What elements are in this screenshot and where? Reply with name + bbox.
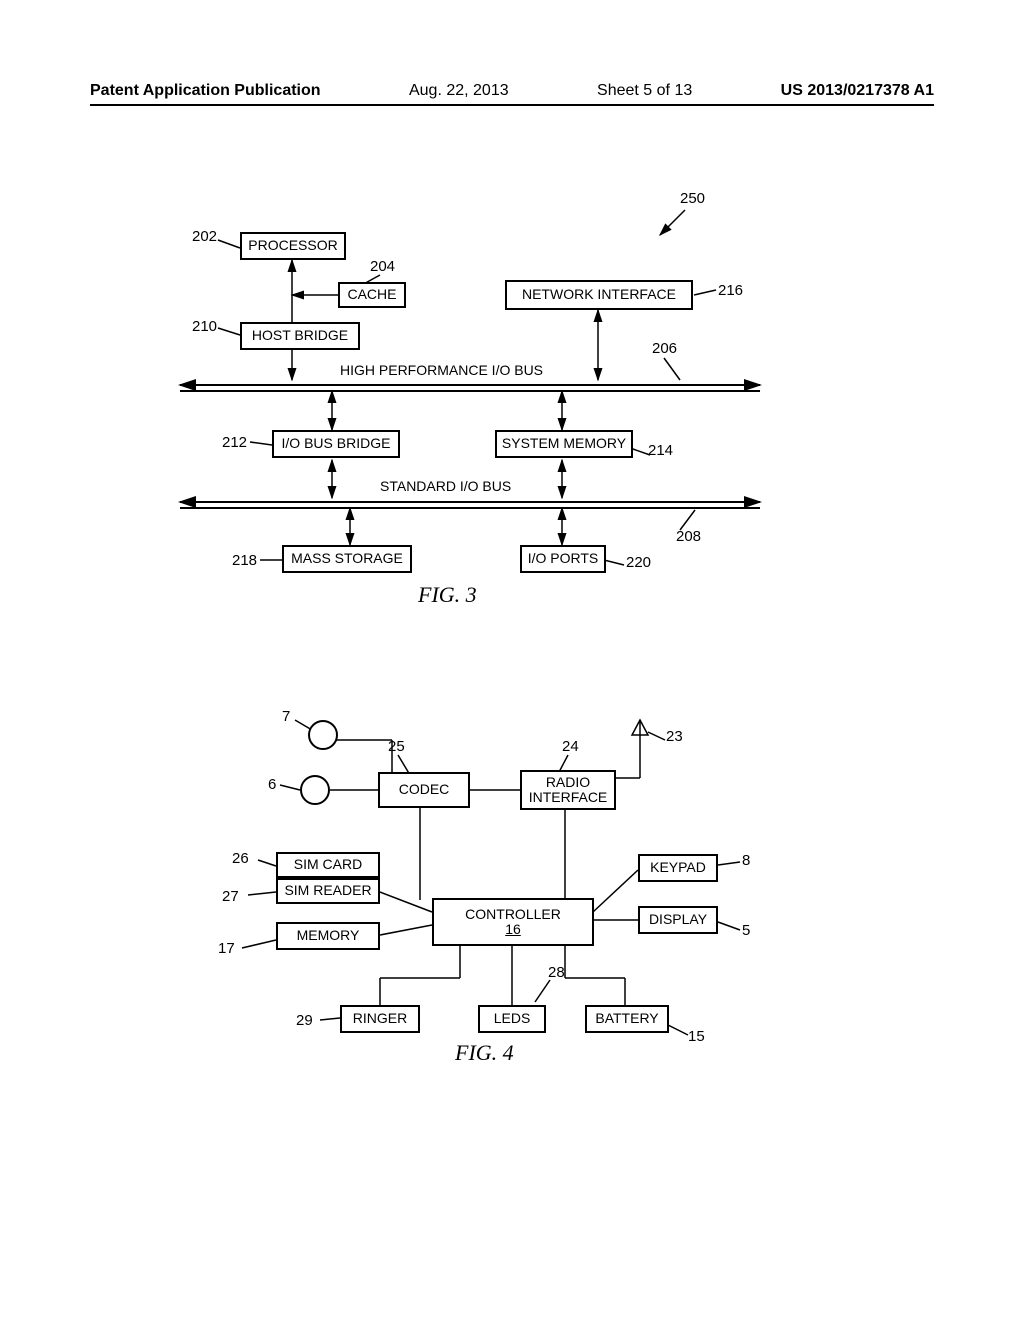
memory-box: MEMORY	[276, 922, 380, 950]
controller-ref: 16	[505, 922, 521, 937]
ref-7: 7	[282, 708, 290, 725]
battery-label: BATTERY	[595, 1011, 658, 1026]
figure-4: 7 6 23 CODEC 25 RADIO INTERFACE 24 SIM C…	[0, 0, 1024, 1320]
sim-card-box: SIM CARD	[276, 852, 380, 878]
ref-15: 15	[688, 1028, 705, 1045]
sim-card-label: SIM CARD	[294, 857, 362, 872]
ref-29: 29	[296, 1012, 313, 1029]
ringer-label: RINGER	[353, 1011, 407, 1026]
sim-reader-box: SIM READER	[276, 878, 380, 904]
ref-26: 26	[232, 850, 249, 867]
speaker-icon	[308, 720, 338, 750]
radio-interface-box: RADIO INTERFACE	[520, 770, 616, 810]
ref-23: 23	[666, 728, 683, 745]
codec-label: CODEC	[399, 782, 450, 797]
display-box: DISPLAY	[638, 906, 718, 934]
controller-box: CONTROLLER 16	[432, 898, 594, 946]
ref-17: 17	[218, 940, 235, 957]
ref-28: 28	[548, 964, 565, 981]
fig4-caption: FIG. 4	[455, 1040, 514, 1066]
ref-6: 6	[268, 776, 276, 793]
leds-box: LEDS	[478, 1005, 546, 1033]
radio-interface-label: RADIO INTERFACE	[529, 775, 608, 806]
codec-box: CODEC	[378, 772, 470, 808]
leds-label: LEDS	[494, 1011, 531, 1026]
ref-24: 24	[562, 738, 579, 755]
microphone-icon	[300, 775, 330, 805]
ringer-box: RINGER	[340, 1005, 420, 1033]
ref-8: 8	[742, 852, 750, 869]
memory-label: MEMORY	[297, 928, 360, 943]
keypad-label: KEYPAD	[650, 860, 706, 875]
keypad-box: KEYPAD	[638, 854, 718, 882]
battery-box: BATTERY	[585, 1005, 669, 1033]
controller-label: CONTROLLER	[465, 907, 561, 922]
ref-25: 25	[388, 738, 405, 755]
sim-reader-label: SIM READER	[284, 883, 371, 898]
ref-5: 5	[742, 922, 750, 939]
ref-27: 27	[222, 888, 239, 905]
display-label: DISPLAY	[649, 912, 707, 927]
